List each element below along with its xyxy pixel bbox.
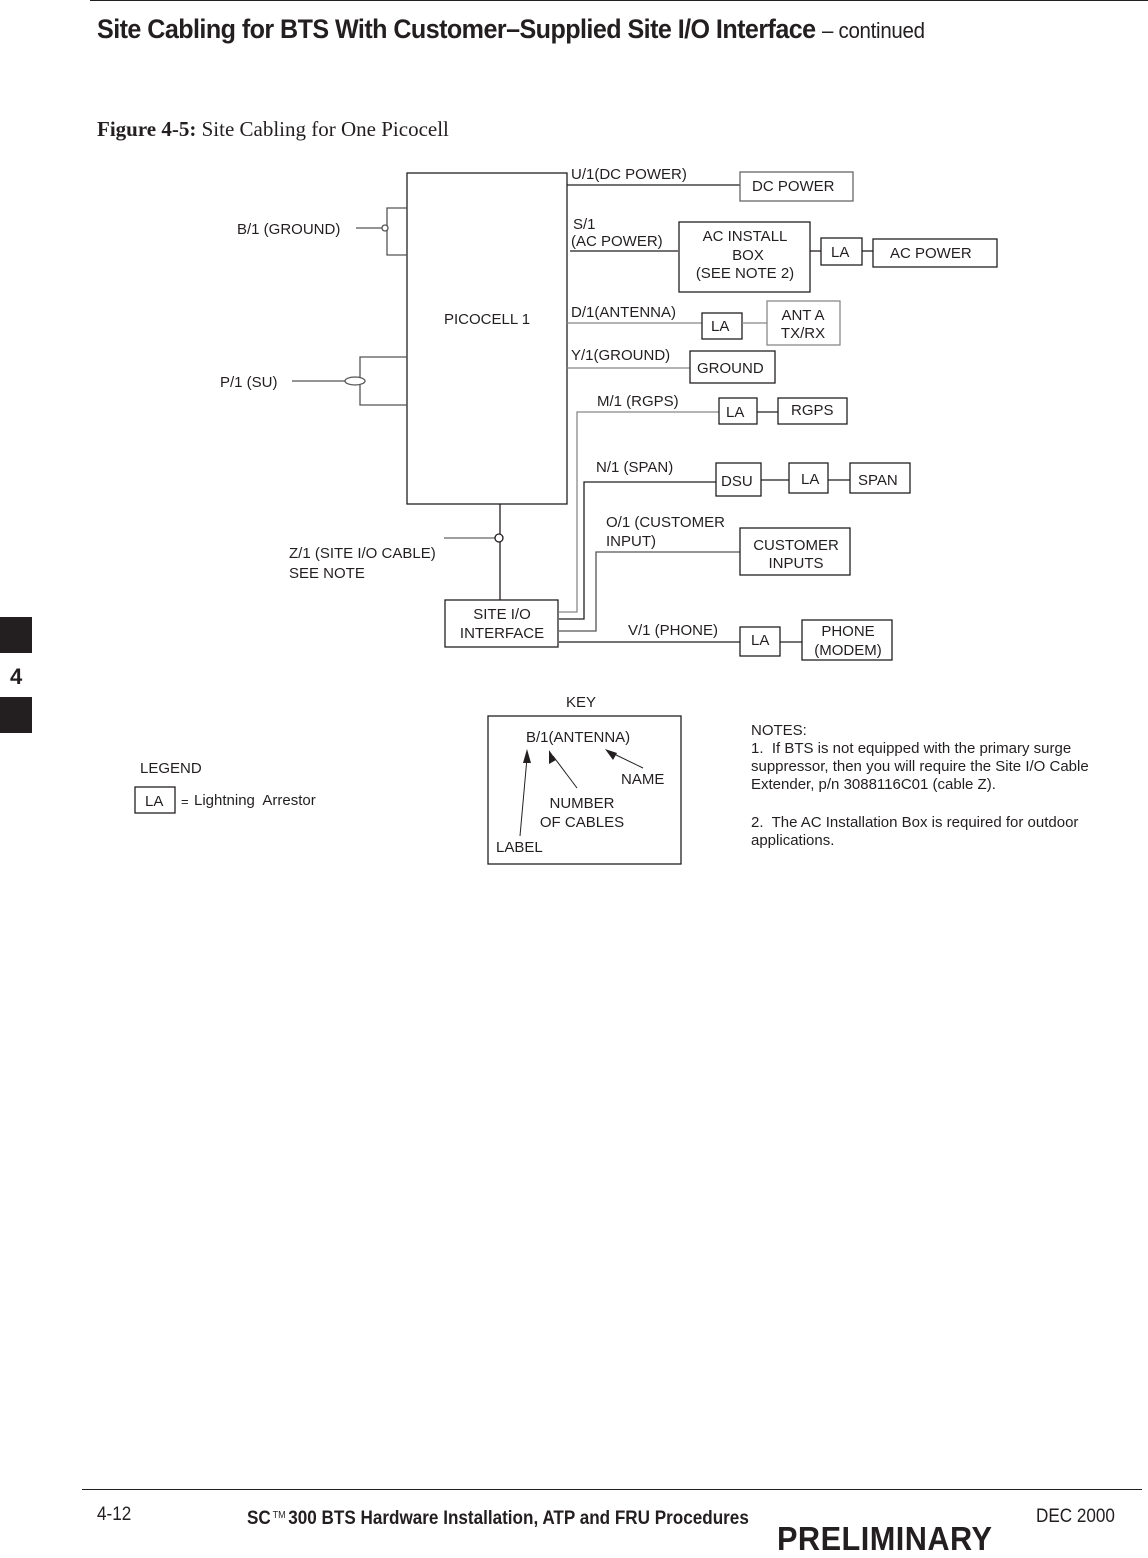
key-example: B/1(ANTENNA) — [526, 729, 630, 746]
left-cable-ground-label: B/1 (GROUND) — [237, 221, 340, 238]
cable-customer-input-label-2: INPUT) — [606, 533, 656, 550]
box-customer-inputs-label-2: INPUTS — [768, 555, 823, 572]
customer-input-cable — [559, 551, 740, 632]
note-1-line-3: Extender, p/n 3088116C01 (cable Z). — [751, 776, 996, 793]
box-dsu-label: DSU — [721, 473, 753, 490]
legend-meaning: Lightning Arrestor — [194, 792, 316, 809]
cable-dc-power-label: U/1(DC POWER) — [571, 166, 687, 183]
note-1-line-2: suppressor, then you will require the Si… — [751, 758, 1089, 775]
cable-site-io-label-2: SEE NOTE — [289, 565, 365, 582]
box-rgps-label: RGPS — [791, 402, 834, 419]
box-ground-label: GROUND — [697, 360, 764, 377]
preliminary-stamp: PRELIMINARY — [777, 1520, 993, 1557]
box-ac-power-label: AC POWER — [890, 245, 972, 262]
footer-date: DEC 2000 — [1036, 1506, 1115, 1527]
box-ac-install-label-3: (SEE NOTE 2) — [696, 265, 794, 282]
footer-doc-prefix: SC — [247, 1508, 271, 1529]
box-ac-la-label: LA — [831, 244, 849, 261]
box-customer-inputs-label-1: CUSTOMER — [753, 537, 839, 554]
box-antenna-label-1: ANT A — [781, 307, 824, 324]
box-antenna-label-2: TX/RX — [781, 325, 825, 342]
chapter-tab-number: 4 — [10, 664, 23, 689]
legend-symbol: LA — [145, 793, 163, 810]
footer-doc-title-text: 300 BTS Hardware Installation, ATP and F… — [288, 1508, 749, 1529]
span-cable — [559, 481, 716, 620]
cable-phone-label: V/1 (PHONE) — [628, 622, 718, 639]
box-ac-install-label-2: BOX — [732, 247, 764, 264]
key-title: KEY — [566, 694, 596, 711]
key-arrowheads — [523, 749, 617, 764]
cable-rgps-label: M/1 (RGPS) — [597, 393, 679, 410]
note-1-line-1: 1. If BTS is not equipped with the prima… — [751, 740, 1071, 757]
cable-ground-label: Y/1(GROUND) — [571, 347, 670, 364]
footer-rule — [82, 1489, 1142, 1490]
chapter-tab-top — [0, 617, 32, 653]
box-span-label: SPAN — [858, 472, 898, 489]
cable-customer-input-label-1: O/1 (CUSTOMER — [606, 514, 725, 531]
ground-connector — [356, 207, 407, 256]
key-label: LABEL — [496, 839, 543, 856]
legend-title: LEGEND — [140, 760, 202, 777]
box-phone-label-2: (MODEM) — [814, 642, 882, 659]
box-ac-install-label-1: AC INSTALL — [703, 228, 788, 245]
cable-site-io-label-1: Z/1 (SITE I/O CABLE) — [289, 545, 436, 562]
su-connector — [292, 356, 407, 406]
footer-page-number: 4-12 — [97, 1504, 132, 1525]
cable-ac-power-label-2: (AC POWER) — [571, 233, 663, 250]
box-phone-la-label: LA — [751, 632, 769, 649]
picocell-label: PICOCELL 1 — [444, 311, 530, 328]
box-dc-power-label: DC POWER — [752, 178, 835, 195]
key-name: NAME — [621, 771, 664, 788]
trademark-symbol: TM — [272, 1510, 286, 1521]
box-site-io-label-1: SITE I/O — [473, 606, 531, 623]
footer-doc-title: SC TM 300 BTS Hardware Installation, ATP a… — [247, 1508, 749, 1530]
note-2-line-2: applications. — [751, 832, 834, 849]
box-rgps-la-label: LA — [726, 404, 744, 421]
picocell-box — [406, 172, 568, 505]
cable-antenna-label: D/1(ANTENNA) — [571, 304, 676, 321]
chapter-tab-bottom — [0, 697, 32, 733]
legend-equals: = — [181, 794, 189, 809]
box-antenna-la-label: LA — [711, 318, 729, 335]
key-number-1: NUMBER — [549, 795, 614, 812]
notes-title: NOTES: — [751, 722, 807, 739]
cabling-diagram: PICOCELL 1 B/1 (GROUND) P/1 (SU) U/1(DC … — [134, 166, 1089, 865]
rgps-cable — [559, 411, 719, 613]
left-cable-su-label: P/1 (SU) — [220, 374, 278, 391]
note-2-line-1: 2. The AC Installation Box is required f… — [751, 814, 1078, 831]
box-phone-label-1: PHONE — [821, 623, 874, 640]
key-number-2: OF CABLES — [540, 814, 624, 831]
box-site-io-label-2: INTERFACE — [460, 625, 544, 642]
box-span-la-label: LA — [801, 471, 819, 488]
cable-ac-power-label-1: S/1 — [573, 216, 596, 233]
cable-span-label: N/1 (SPAN) — [596, 459, 673, 476]
